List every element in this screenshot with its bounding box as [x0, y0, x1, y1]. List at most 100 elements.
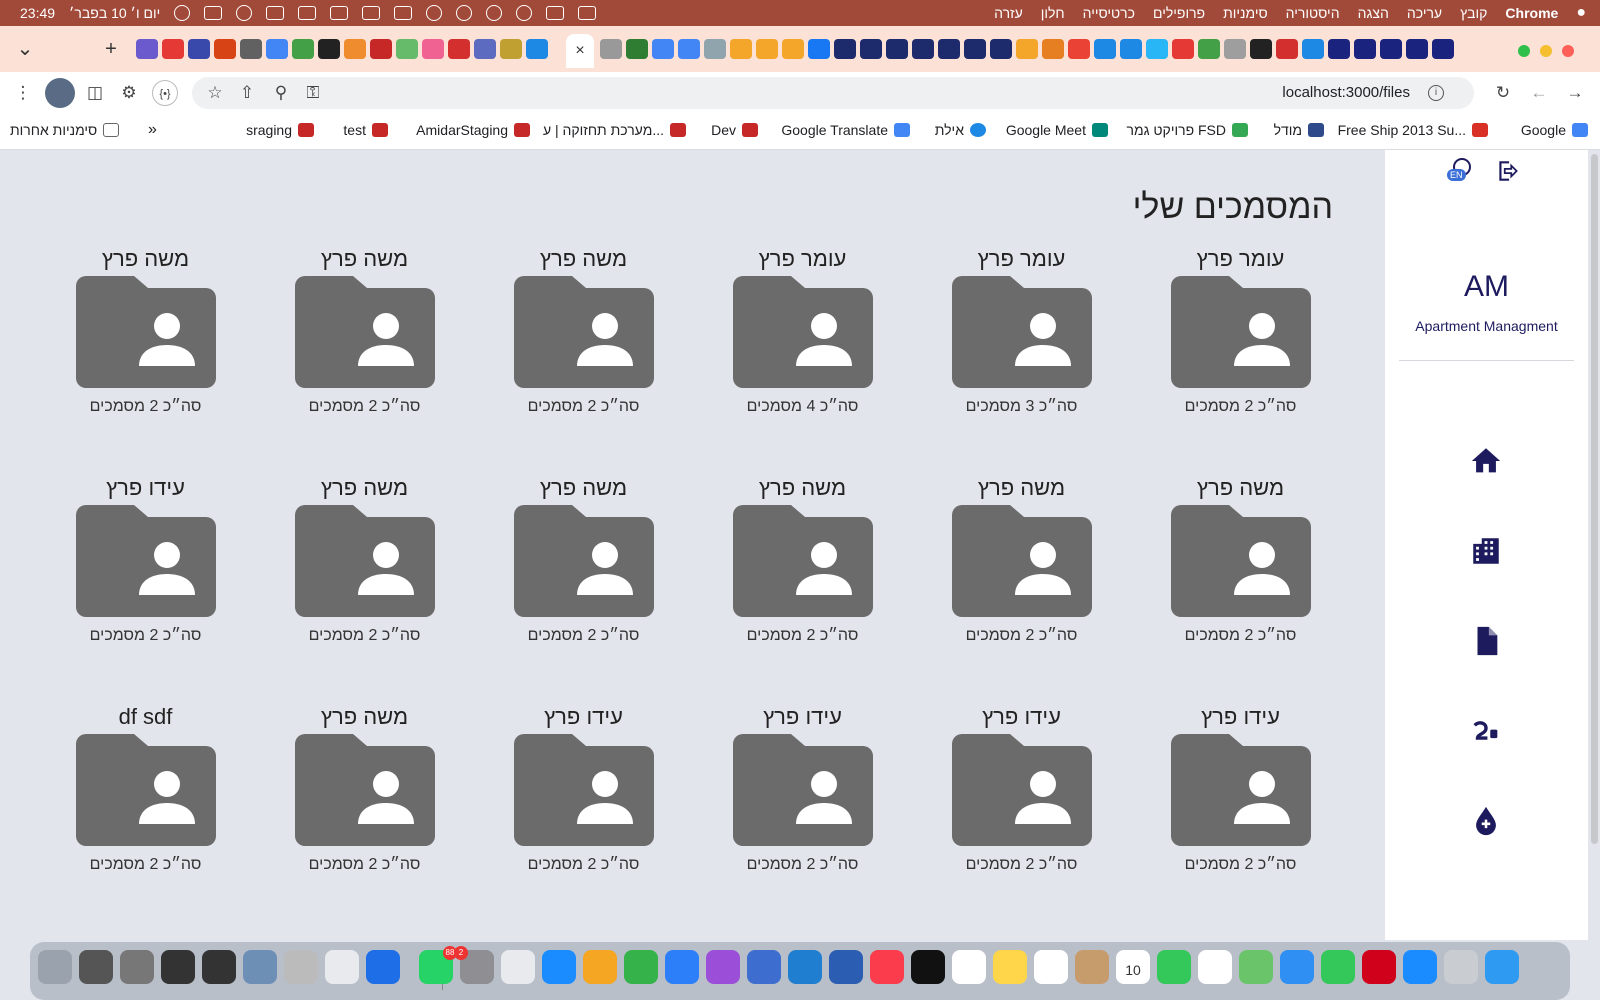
finder-window-icon[interactable]: [202, 950, 236, 984]
spotlight-icon[interactable]: [236, 5, 253, 21]
numbers-icon[interactable]: [624, 950, 658, 984]
gmail-icon[interactable]: [1068, 39, 1090, 59]
folder-shared-icon[interactable]: [513, 734, 654, 846]
folder-shared-icon[interactable]: [513, 276, 654, 388]
facetime-icon[interactable]: [1157, 950, 1191, 984]
opera-icon[interactable]: [1362, 950, 1396, 984]
bookmark-item[interactable]: מודל: [1274, 114, 1324, 146]
lens-icon[interactable]: ⚲: [268, 80, 294, 106]
dropbox-icon[interactable]: [578, 6, 597, 20]
bluetooth-icon[interactable]: [330, 6, 349, 20]
bookmark-item[interactable]: Google Translate: [781, 114, 910, 146]
menu-history[interactable]: היסטוריה: [1286, 5, 1340, 21]
wifi-icon[interactable]: [266, 6, 285, 20]
tab-favicon[interactable]: [396, 39, 418, 59]
tab-favicon[interactable]: [860, 39, 882, 59]
bookmark-item[interactable]: sraging: [246, 114, 314, 146]
finder-window-icon[interactable]: [79, 950, 113, 984]
menu-help[interactable]: עזרה: [994, 5, 1023, 21]
logout-icon[interactable]: [1495, 158, 1521, 184]
tab-favicon[interactable]: [1224, 39, 1246, 59]
reload-icon[interactable]: ↻: [1490, 80, 1516, 106]
other-bookmarks[interactable]: סימניות אחרות: [10, 114, 120, 146]
folder-shared-icon[interactable]: [732, 276, 873, 388]
menu-clock[interactable]: 23:49: [20, 5, 55, 21]
messages-icon[interactable]: [1321, 950, 1355, 984]
tab-favicon[interactable]: [1276, 39, 1298, 59]
tab-favicon[interactable]: [1094, 39, 1116, 59]
menu-kebab-icon[interactable]: ⋮: [10, 80, 36, 106]
omnibox[interactable]: ☆ ⇧ ⚲ ⚿ localhost:3000/files i: [192, 77, 1474, 109]
extensions-icon[interactable]: ⚙: [116, 80, 142, 106]
tab-favicon[interactable]: [292, 39, 314, 59]
payments-icon[interactable]: [1469, 714, 1503, 748]
folder-card[interactable]: משה פרץ סה״כ 2 מסמכים: [474, 246, 693, 446]
keychain-icon[interactable]: [284, 950, 318, 984]
tab-favicon[interactable]: [1016, 39, 1038, 59]
apple-tv-icon[interactable]: [911, 950, 945, 984]
tab-favicon[interactable]: [912, 39, 934, 59]
folder-card[interactable]: עומר פרץ סה״כ 4 מסמכים: [693, 246, 912, 446]
freeform-icon[interactable]: [952, 950, 986, 984]
bookmark-item[interactable]: AmidarStaging: [416, 114, 530, 146]
display-icon[interactable]: [394, 6, 413, 20]
pages-icon[interactable]: [583, 950, 617, 984]
bookmark-item[interactable]: אילת: [935, 114, 986, 146]
tab-favicon[interactable]: [1120, 39, 1142, 59]
bookmark-item[interactable]: מערכת תחזוקה | ע...: [543, 114, 686, 146]
tab-favicon[interactable]: [240, 39, 262, 59]
apple-menu-icon[interactable]: ●: [1576, 4, 1586, 22]
trash-icon[interactable]: [38, 950, 72, 984]
app-store-icon[interactable]: [542, 950, 576, 984]
finder-window-icon[interactable]: [161, 950, 195, 984]
window-zoom-button[interactable]: [1518, 45, 1530, 57]
keynote-icon[interactable]: [665, 950, 699, 984]
menu-view[interactable]: הצגה: [1358, 5, 1389, 21]
menu-profiles[interactable]: פרופילים: [1153, 5, 1205, 21]
folder-card[interactable]: עידו פרץ סה״כ 2 מסמכים: [1131, 704, 1350, 904]
tab-favicon[interactable]: [1406, 39, 1428, 59]
notes-icon[interactable]: [993, 950, 1027, 984]
profile-avatar[interactable]: [45, 78, 75, 108]
mail-icon[interactable]: [1280, 950, 1314, 984]
menu-file[interactable]: קובץ: [1460, 5, 1487, 21]
maps-pin-icon[interactable]: [366, 950, 400, 984]
tab-favicon[interactable]: [318, 39, 340, 59]
tab-favicon[interactable]: [964, 39, 986, 59]
openai-icon[interactable]: [1250, 39, 1272, 59]
tab-favicon[interactable]: [626, 39, 648, 59]
folder-shared-icon[interactable]: [294, 734, 435, 846]
folder-card[interactable]: משה פרץ סה״כ 2 מסמכים: [474, 475, 693, 675]
youtube-icon[interactable]: [1172, 39, 1194, 59]
hearing-icon[interactable]: [426, 5, 443, 21]
menu-app-name[interactable]: Chrome: [1505, 5, 1558, 21]
menu-date[interactable]: יום ו׳ 10 בפבר׳: [69, 5, 160, 21]
tab-favicon[interactable]: [782, 39, 804, 59]
maps-icon[interactable]: [1239, 950, 1273, 984]
figma-icon[interactable]: [422, 39, 444, 59]
tab-favicon[interactable]: [370, 39, 392, 59]
youtube-icon[interactable]: [162, 39, 184, 59]
folder-shared-icon[interactable]: [951, 276, 1092, 388]
bookmark-item[interactable]: test: [343, 114, 388, 146]
menu-bookmarks[interactable]: סימניות: [1223, 5, 1268, 21]
tab-favicon[interactable]: [1146, 39, 1168, 59]
tab-favicon[interactable]: [344, 39, 366, 59]
folder-card[interactable]: משה פרץ סה״כ 2 מסמכים: [255, 246, 474, 446]
new-tab-icon[interactable]: +: [98, 36, 124, 62]
finder-window-icon[interactable]: [120, 950, 154, 984]
calendar-icon[interactable]: 10: [1116, 950, 1150, 984]
tab-favicon[interactable]: [834, 39, 856, 59]
folder-card[interactable]: df sdf סה״כ 2 מסמכים: [36, 704, 255, 904]
menu-window[interactable]: חלון: [1041, 5, 1065, 21]
home-icon[interactable]: [1469, 444, 1503, 478]
elephant-icon[interactable]: [456, 5, 473, 21]
folder-shared-icon[interactable]: [732, 505, 873, 617]
tab-favicon[interactable]: [1380, 39, 1402, 59]
tab-close-icon[interactable]: ×: [566, 34, 594, 68]
tab-favicon[interactable]: [448, 39, 470, 59]
bookmarks-overflow-button[interactable]: »: [148, 114, 157, 146]
folder-shared-icon[interactable]: [75, 505, 216, 617]
bookmark-star-icon[interactable]: ☆: [202, 80, 228, 106]
tab-favicon[interactable]: [938, 39, 960, 59]
